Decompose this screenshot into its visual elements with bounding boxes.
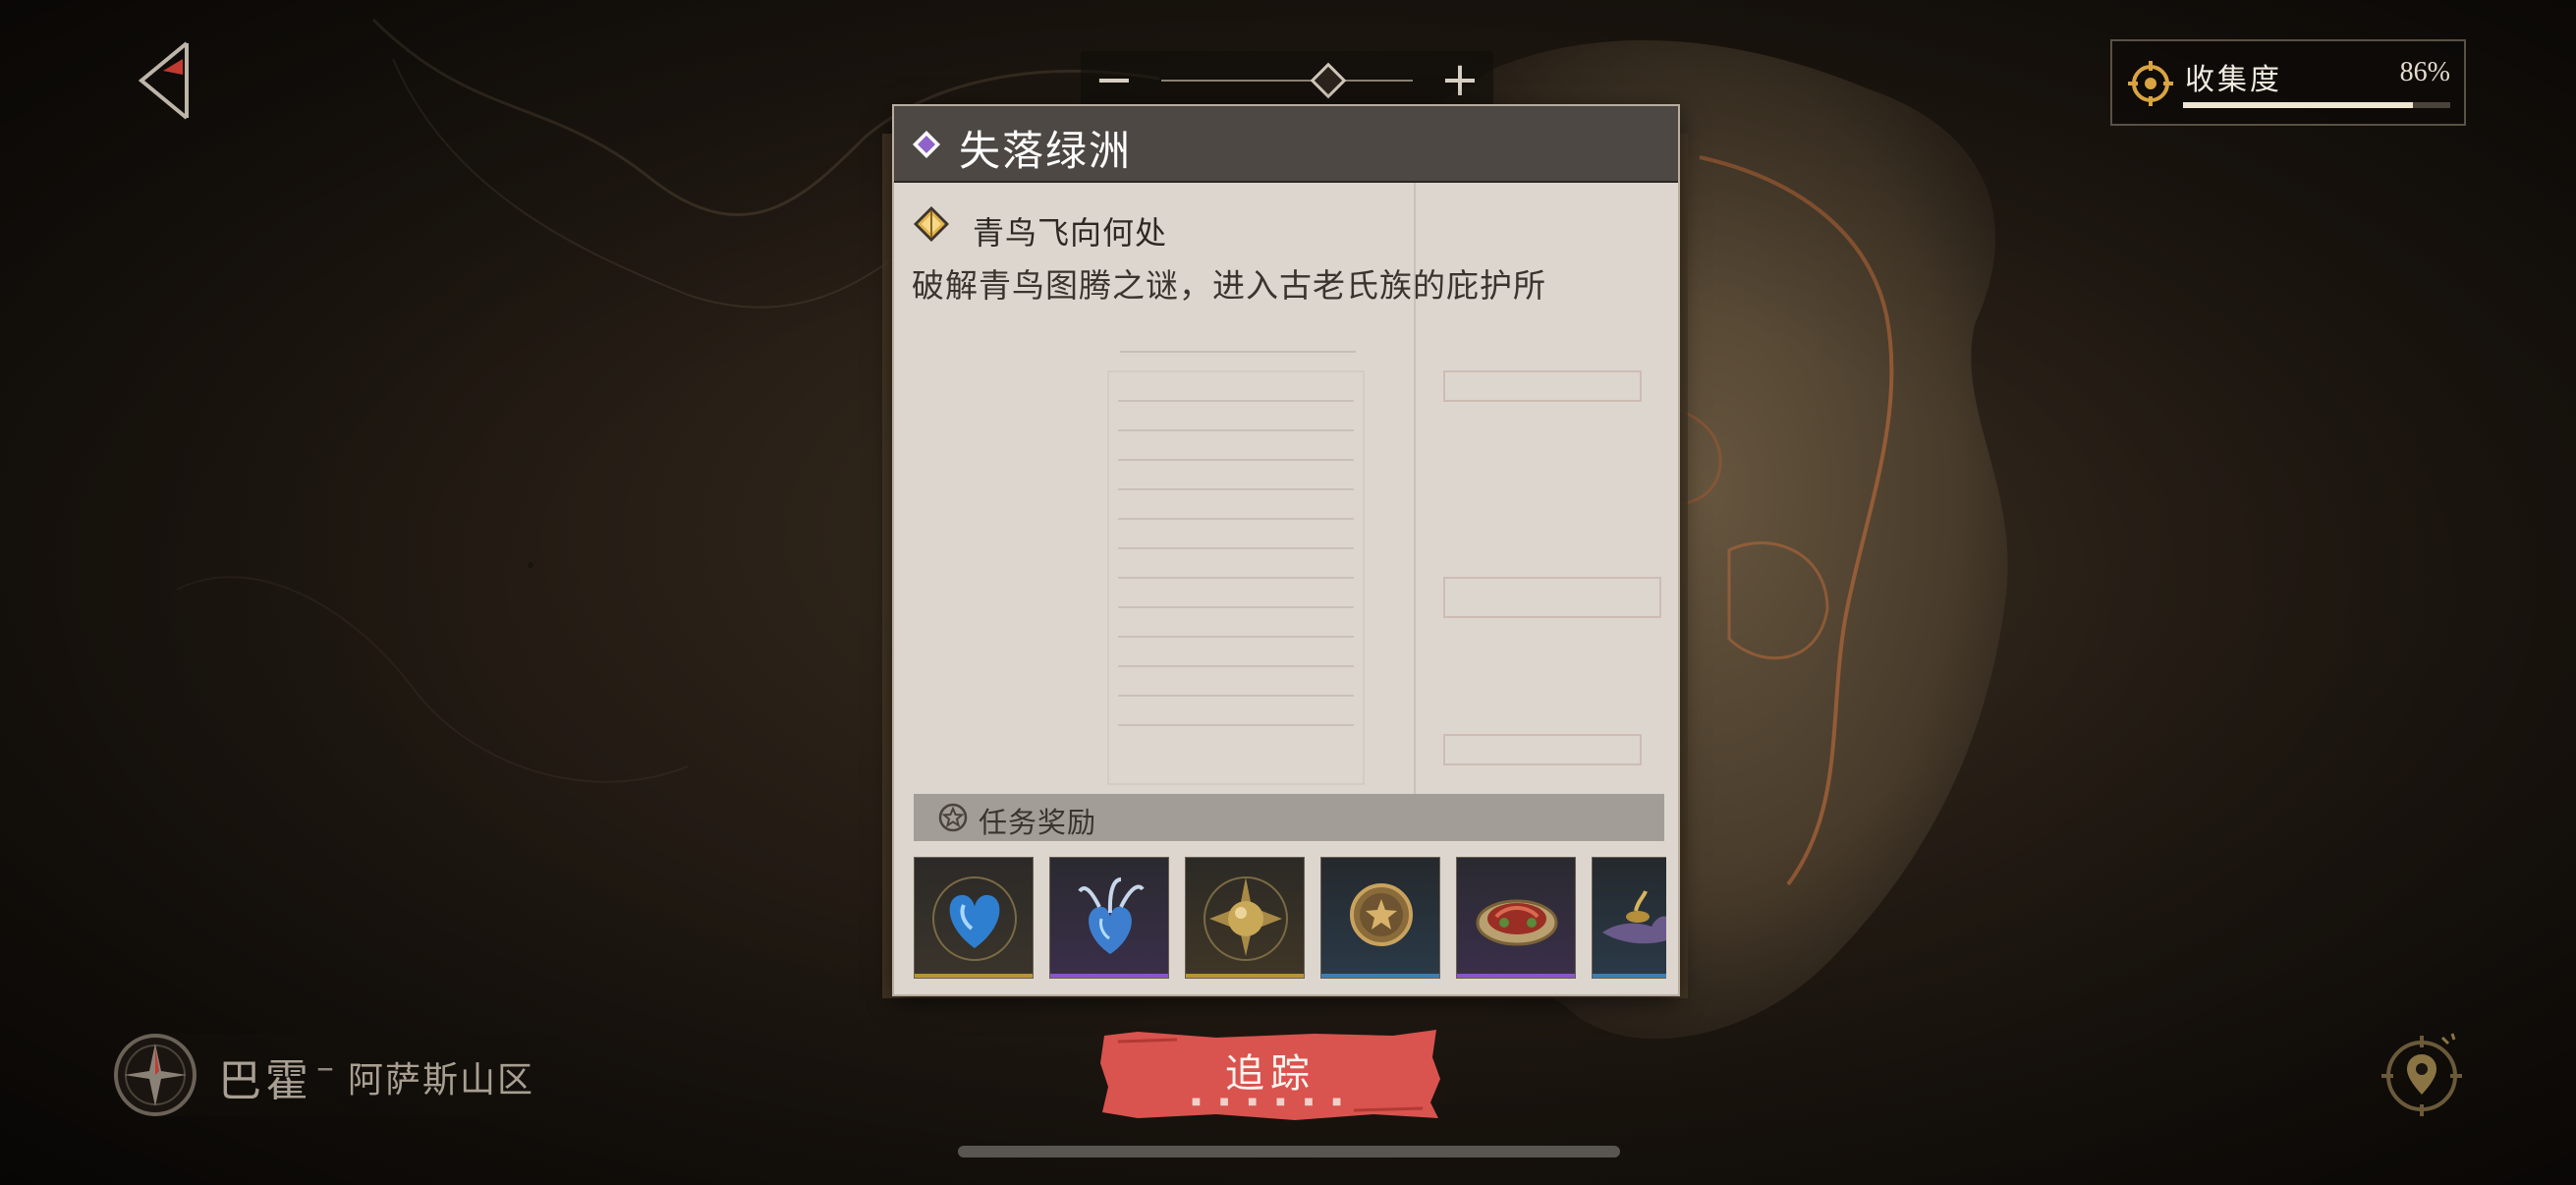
- zoom-control: − +: [1081, 51, 1493, 108]
- reward-item[interactable]: [1320, 857, 1440, 979]
- compass-icon: [114, 1034, 196, 1116]
- diamond-quest-icon: [913, 131, 940, 158]
- collection-percentage: 86%: [2399, 57, 2450, 87]
- quest-description: 破解青鸟图腾之谜，进入古老氏族的庇护所: [912, 266, 1546, 305]
- zoom-slider-track[interactable]: [1161, 80, 1413, 82]
- zoom-out-button[interactable]: −: [1085, 51, 1144, 108]
- location-separator: –: [316, 1047, 334, 1088]
- objective-title: 青鸟飞向何处: [973, 214, 1168, 252]
- zoom-slider-thumb[interactable]: [1310, 62, 1347, 99]
- locate-player-button[interactable]: [2376, 1028, 2468, 1120]
- home-indicator[interactable]: [958, 1146, 1620, 1157]
- collection-label: 收集度: [2185, 63, 2282, 97]
- reward-item[interactable]: [1185, 857, 1305, 979]
- star-circle-icon: [938, 803, 968, 832]
- reward-item[interactable]: [1456, 857, 1576, 979]
- track-button-decor: ■ ■ ■ ■ ■ ■: [1191, 1097, 1350, 1107]
- bronze-star-coin-icon: [1350, 883, 1413, 946]
- meat-platter-icon: [1476, 899, 1558, 946]
- rarity-bar: [915, 974, 1033, 978]
- location-region: 巴霍: [218, 1056, 312, 1106]
- collection-progress-panel[interactable]: 收集度 86%: [2110, 39, 2466, 126]
- track-button[interactable]: 追踪 ■ ■ ■ ■ ■ ■: [1098, 1028, 1442, 1122]
- location-area: 阿萨斯山区: [348, 1060, 535, 1100]
- rarity-bar: [1593, 974, 1666, 978]
- quest-detail-card: 失落绿洲 青鸟飞向何处 破解青鸟图腾之谜，进入古老氏族的庇护所 任务奖励: [894, 106, 1678, 994]
- reward-item[interactable]: [914, 857, 1034, 979]
- blue-heart-gem-icon: [932, 876, 1017, 961]
- collection-progress-fill: [2183, 102, 2413, 108]
- rarity-bar: [1186, 974, 1304, 978]
- reward-item[interactable]: [1592, 857, 1666, 979]
- collection-progress-bar: [2183, 102, 2450, 108]
- track-button-label: 追踪: [1225, 1051, 1316, 1097]
- reward-item[interactable]: [1049, 857, 1169, 979]
- rewards-list: [914, 857, 1666, 985]
- rarity-bar: [1050, 974, 1168, 978]
- quest-title: 失落绿洲: [959, 127, 1133, 175]
- rarity-bar: [1457, 974, 1575, 978]
- oil-lamp-icon: [1602, 890, 1666, 944]
- map-pin-crosshair-icon: [2381, 1033, 2462, 1116]
- gold-diamond-objective-icon: [914, 206, 949, 242]
- crosshair-icon: [2128, 61, 2173, 106]
- back-arrow-icon: [138, 41, 189, 120]
- back-button[interactable]: [128, 37, 206, 126]
- rewards-label: 任务奖励: [979, 806, 1097, 839]
- current-location[interactable]: 巴霍 – 阿萨斯山区: [108, 1028, 584, 1122]
- zoom-in-button[interactable]: +: [1430, 51, 1489, 108]
- tentacle-heart-gem-icon: [1078, 877, 1145, 954]
- rewards-header: 任务奖励: [914, 794, 1664, 841]
- quest-card-header: 失落绿洲: [894, 106, 1678, 183]
- golden-spiked-orb-icon: [1204, 876, 1288, 961]
- rarity-bar: [1321, 974, 1439, 978]
